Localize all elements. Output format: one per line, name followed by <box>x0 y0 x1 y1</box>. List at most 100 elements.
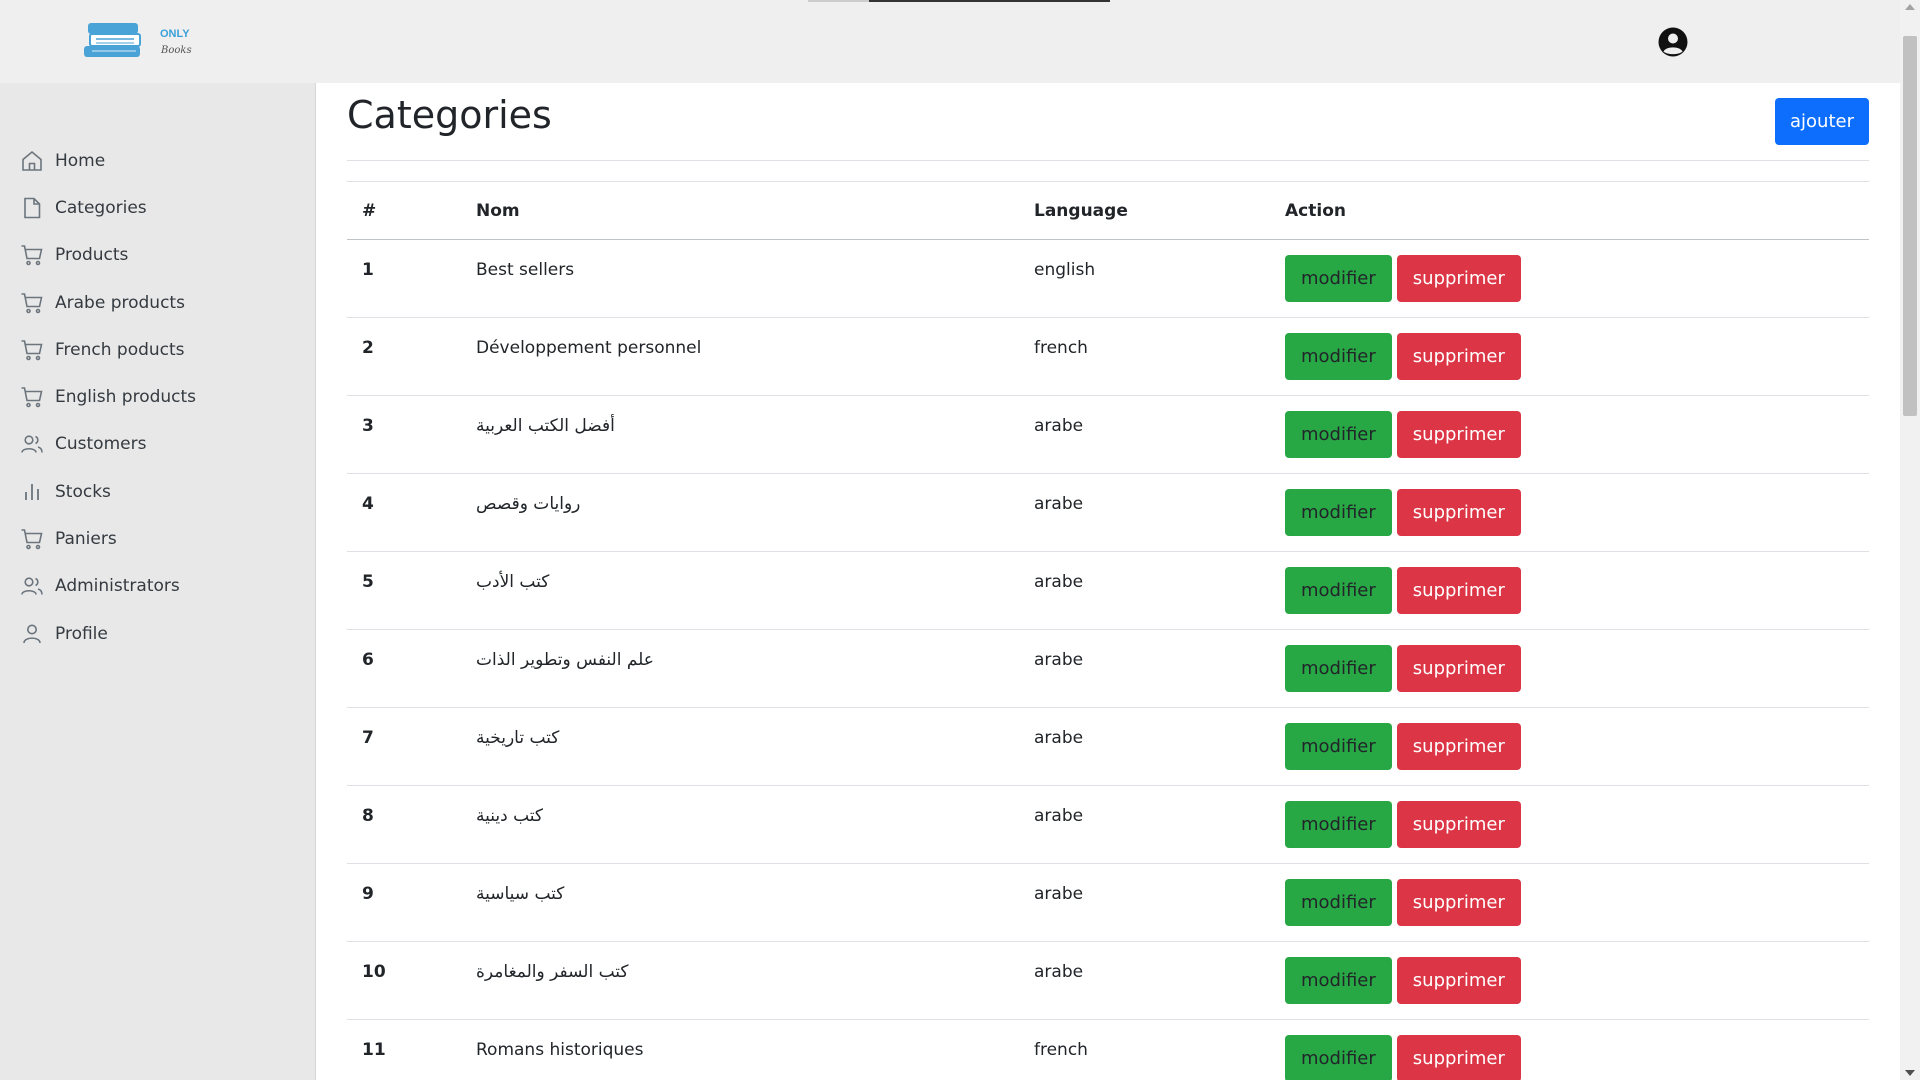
top-bar: ONLY Books <box>0 0 1900 83</box>
row-nom: كتب الأدب <box>476 572 550 592</box>
delete-button[interactable]: supprimer <box>1396 801 1521 848</box>
row-nom: كتب دينية <box>476 806 543 826</box>
table-row: 3 أفضل الكتب العربية arabe modifier supprime… <box>347 396 1869 474</box>
delete-button[interactable]: supprimer <box>1396 255 1521 302</box>
modify-button[interactable]: modifier <box>1285 489 1392 536</box>
sidebar-item-label: French poducts <box>55 339 185 360</box>
scroll-down-arrow-icon[interactable] <box>1905 1070 1915 1076</box>
sidebar-item-products[interactable]: Products <box>0 232 315 279</box>
sidebar-item-home[interactable]: Home <box>0 137 315 184</box>
vertical-scrollbar[interactable] <box>1900 0 1920 1080</box>
modify-button[interactable]: modifier <box>1285 645 1392 692</box>
file-icon <box>24 197 41 219</box>
row-nom: كتب السفر والمغامرة <box>476 962 629 982</box>
row-nom: أفضل الكتب العربية <box>476 416 615 436</box>
scroll-up-arrow-icon[interactable] <box>1905 4 1915 10</box>
row-number: 7 <box>362 728 374 748</box>
delete-button[interactable]: supprimer <box>1396 333 1521 380</box>
row-number: 8 <box>362 806 374 826</box>
row-number: 6 <box>362 650 374 670</box>
row-actions: modifier supprimer <box>1270 786 1869 864</box>
row-language: arabe <box>1034 572 1084 592</box>
row-number: 11 <box>362 1040 386 1060</box>
users-icon <box>21 577 43 596</box>
modify-button[interactable]: modifier <box>1285 1035 1392 1080</box>
sidebar: Home Categories Products Arabe products … <box>0 83 316 1080</box>
row-nom: كتب سياسية <box>476 884 565 904</box>
table-row: 4 روايات وقصص arabe modifier supprimer <box>347 474 1869 552</box>
account-circle-icon[interactable] <box>1657 26 1689 58</box>
scrollbar-thumb[interactable] <box>1903 36 1917 416</box>
sidebar-item-french-products[interactable]: French poducts <box>0 326 315 373</box>
modify-button[interactable]: modifier <box>1285 957 1392 1004</box>
row-number: 4 <box>362 494 374 514</box>
modify-button[interactable]: modifier <box>1285 879 1392 926</box>
row-language: arabe <box>1034 650 1084 670</box>
header-nom: Nom <box>476 200 520 221</box>
delete-button[interactable]: supprimer <box>1396 411 1521 458</box>
sidebar-item-label: English products <box>55 387 197 408</box>
modify-button[interactable]: modifier <box>1285 567 1392 614</box>
table-row: 5 كتب الأدب arabe modifier supprimer <box>347 552 1869 630</box>
sidebar-item-paniers[interactable]: Paniers <box>0 515 315 562</box>
sidebar-item-english-products[interactable]: English products <box>0 373 315 420</box>
row-language: arabe <box>1034 416 1084 436</box>
row-nom: علم النفس وتطوير الذات <box>476 650 654 670</box>
sidebar-item-stocks[interactable]: Stocks <box>0 468 315 515</box>
row-nom: Best sellers <box>476 260 575 280</box>
sidebar-item-profile[interactable]: Profile <box>0 610 315 657</box>
table-row: 1 Best sellers english modifier supprimer <box>347 240 1869 318</box>
row-number: 3 <box>362 416 374 436</box>
row-actions: modifier supprimer <box>1270 474 1869 552</box>
row-actions: modifier supprimer <box>1270 708 1869 786</box>
sidebar-item-label: Stocks <box>55 481 111 502</box>
delete-button[interactable]: supprimer <box>1396 723 1521 770</box>
sidebar-item-label: Categories <box>55 197 147 218</box>
delete-button[interactable]: supprimer <box>1396 879 1521 926</box>
sidebar-item-categories[interactable]: Categories <box>0 184 315 231</box>
row-number: 2 <box>362 338 374 358</box>
table-row: 2 Développement personnel french modifier su… <box>347 318 1869 396</box>
add-category-button[interactable]: ajouter <box>1775 98 1869 145</box>
modify-button[interactable]: modifier <box>1285 255 1392 302</box>
bar-chart-icon <box>25 483 39 500</box>
modify-button[interactable]: modifier <box>1285 333 1392 380</box>
row-language: arabe <box>1034 494 1084 514</box>
delete-button[interactable]: supprimer <box>1396 957 1521 1004</box>
modify-button[interactable]: modifier <box>1285 723 1392 770</box>
sidebar-item-administrators[interactable]: Administrators <box>0 563 315 610</box>
row-language: english <box>1034 260 1096 280</box>
row-language: french <box>1034 338 1088 358</box>
table-row: 7 كتب تاريخية arabe modifier supprimer <box>347 708 1869 786</box>
delete-button[interactable]: supprimer <box>1396 567 1521 614</box>
modify-button[interactable]: modifier <box>1285 411 1392 458</box>
users-icon <box>21 435 43 454</box>
home-icon <box>22 150 42 171</box>
cart-icon <box>21 529 43 550</box>
sidebar-item-label: Paniers <box>55 529 117 550</box>
row-language: arabe <box>1034 962 1084 982</box>
sidebar-item-arabe-products[interactable]: Arabe products <box>0 279 315 326</box>
top-strip-active <box>869 0 1110 2</box>
table-row: 9 كتب سياسية arabe modifier supprimer <box>347 864 1869 942</box>
sidebar-item-customers[interactable]: Customers <box>0 421 315 468</box>
delete-button[interactable]: supprimer <box>1396 489 1521 536</box>
header-number: # <box>362 200 377 221</box>
sidebar-item-label: Customers <box>55 434 147 455</box>
delete-button[interactable]: supprimer <box>1396 1035 1521 1080</box>
table-row: 6 علم النفس وتطوير الذات arabe modifier supp… <box>347 630 1869 708</box>
row-language: arabe <box>1034 806 1084 826</box>
row-nom: كتب تاريخية <box>476 728 560 748</box>
brand-logo[interactable]: ONLY Books <box>82 20 198 60</box>
modify-button[interactable]: modifier <box>1285 801 1392 848</box>
cart-icon <box>21 245 43 266</box>
row-language: arabe <box>1034 728 1084 748</box>
categories-table: # Nom Language Action 1 Best sellers engli… <box>347 181 1869 1080</box>
table-row: 11 Romans historiques french modifier suppri… <box>347 1020 1869 1080</box>
cart-icon <box>21 292 43 313</box>
table-row: 10 كتب السفر والمغامرة arabe modifier suppri… <box>347 942 1869 1020</box>
row-actions: modifier supprimer <box>1270 1020 1869 1080</box>
delete-button[interactable]: supprimer <box>1396 645 1521 692</box>
sidebar-item-label: Administrators <box>55 576 180 597</box>
row-language: arabe <box>1034 884 1084 904</box>
